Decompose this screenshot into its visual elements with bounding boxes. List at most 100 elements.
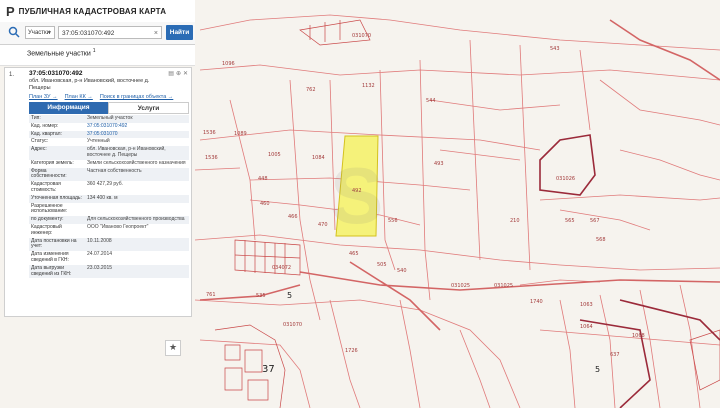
map-label: 031025 [494,283,513,289]
results-title: Земельные участки 1 [27,48,96,57]
map-label: 5 [287,291,292,300]
table-row: Категория земель: Земли сельскохозяйствен… [29,160,189,168]
tab-services[interactable]: Услуги [108,102,189,114]
row-value: Земли сельскохозяйственного назначения [87,159,186,166]
row-value: ООО "Иваново Геопроект" [87,223,149,230]
plan-kk-link[interactable]: План КК → [65,94,93,100]
search-input[interactable]: 37:05:031070:492 × [58,26,162,39]
map-label: 210 [510,218,520,224]
card-tools: ▤ ⊕ ✕ [168,70,188,77]
search-type-select[interactable]: Участки ▼ [25,26,55,39]
table-row: Кадастровый инженер: ООО "Иваново Геопрое… [29,224,189,238]
results-header: Земельные участки 1 [0,45,195,66]
row-value: 10.11.2008 [85,237,189,252]
row-value[interactable]: 37:05:031070:492 [85,123,189,131]
row-key: Дата выгрузки сведений из ГКН: [29,264,85,279]
map-label: 1064 [580,324,593,330]
map-label: 1096 [222,61,235,67]
plan-zu-link[interactable]: План ЗУ → [29,94,58,100]
row-key: Дата постановки на учет: [29,237,85,252]
result-card[interactable]: 1. 37:05:031070:492 обл. Ивановская, р-н… [4,67,192,317]
map-label: 493 [434,161,444,167]
row-key: Кадастровый инженер: [31,223,62,236]
app-title: ПУБЛИЧНАЯ КАДАСТРОВАЯ КАРТА [18,6,167,16]
map-label: 1005 [268,152,281,158]
row-key: Адрес: [29,146,85,160]
map-label: 543 [550,46,560,52]
table-row: Кадастровая стоимость: 360 427,29 руб. [29,181,189,195]
map-label: 540 [397,268,407,274]
results-title-text: Земельные участки [27,50,91,58]
map-label: 1536 [203,130,216,136]
table-row: Дата изменения сведений в ГКН: 24.07.2014 [29,251,189,265]
result-address: обл. Ивановская, р-н Ивановский, восточн… [29,78,150,91]
row-key: Форма собственности: [29,167,85,182]
row-value: 24.07.2014 [87,251,113,258]
tab-info[interactable]: Информация [29,102,108,114]
table-row: по документу: Для сельскохозяйственного п… [29,216,189,224]
row-value: 23.03.2015 [85,264,189,279]
map-label: 492 [352,188,362,194]
results-panel: Земельные участки 1 1. 37:05:031070:492 … [0,45,195,408]
row-value: Частная собственность [85,167,189,182]
map-label: 465 [349,251,359,257]
map-label: 031070 [283,322,302,328]
map-label: 034072 [272,265,291,271]
map-label: 031070 [352,33,371,39]
map-label: 544 [426,98,436,104]
row-key: Разрешенное использование: [31,202,68,215]
table-row: Дата постановки на учет: 10.11.2008 [29,237,189,252]
zoom-icon[interactable]: ⊕ [176,70,181,77]
map-label: 37 [262,364,275,375]
map-label: 567 [590,218,600,224]
star-icon[interactable]: ★ [165,340,181,356]
map-label: 1536 [205,155,218,161]
header: P ПУБЛИЧНАЯ КАДАСТРОВАЯ КАРТА [0,0,195,23]
map-label: 637 [610,352,620,358]
map-label: 031025 [451,283,470,289]
search-icon[interactable] [8,26,20,38]
map-label: 1084 [312,155,325,161]
search-query: 37:05:031070:492 [62,30,115,37]
plan-links: План ЗУ → План КК → Поиск в границах объ… [29,94,189,100]
row-value: Для сельскохозяйственного производства [85,216,189,224]
map-label: 762 [306,87,316,93]
row-value: обл. Ивановская, р-н Ивановский, восточн… [85,146,189,160]
row-key: Кад. квартал: [29,130,85,139]
table-row: Кад. номер: 37:05:031070:492 [29,123,189,131]
search-bar: Участки ▼ 37:05:031070:492 × Найти [0,22,195,45]
row-key: по документу: [29,216,85,224]
table-row: Дата выгрузки сведений из ГКН: 23.03.2015 [29,264,189,279]
map-label: 031026 [556,176,575,182]
map-label: 1132 [362,83,375,89]
search-in-bounds-link[interactable]: Поиск в границах объекта → [100,94,173,100]
info-tabs: Информация Услуги [29,102,189,114]
find-button[interactable]: Найти [166,25,193,40]
row-value: Земельный участок [85,115,189,123]
results-count: 1 [92,48,96,54]
print-icon[interactable]: ▤ [168,70,174,77]
map-label: 460 [260,201,270,207]
table-row: Адрес: обл. Ивановская, р-н Ивановский, в… [29,146,189,160]
clear-icon[interactable]: × [154,27,158,40]
row-value: 360 427,29 руб. [87,181,123,188]
map-label: 568 [596,237,606,243]
map-label: 1740 [530,299,543,305]
map-label: 565 [565,218,575,224]
left-panel: P ПУБЛИЧНАЯ КАДАСТРОВАЯ КАРТА Участки ▼ … [0,0,195,408]
map-label: 505 [377,262,387,268]
map-label: 466 [288,214,298,220]
row-key: Дата изменения сведений в ГКН: [31,251,69,263]
row-key: Кадастровая стоимость: [31,181,61,193]
close-icon[interactable]: ✕ [183,70,188,77]
row-key: Кад. номер: [31,122,59,129]
row-key: Статус: [31,138,49,145]
row-key: Категория земель: [31,159,74,166]
app-logo: P [6,3,15,19]
map-label: 1068 [632,333,645,339]
map-label: 470 [318,222,328,228]
table-row: Форма собственности: Частная собственност… [29,167,189,182]
map-label: 448 [258,176,268,182]
result-cadnum[interactable]: 37:05:031070:492 [29,70,83,77]
info-table: Тип: Земельный участок Кад. номер: 37:05:0… [29,115,189,279]
